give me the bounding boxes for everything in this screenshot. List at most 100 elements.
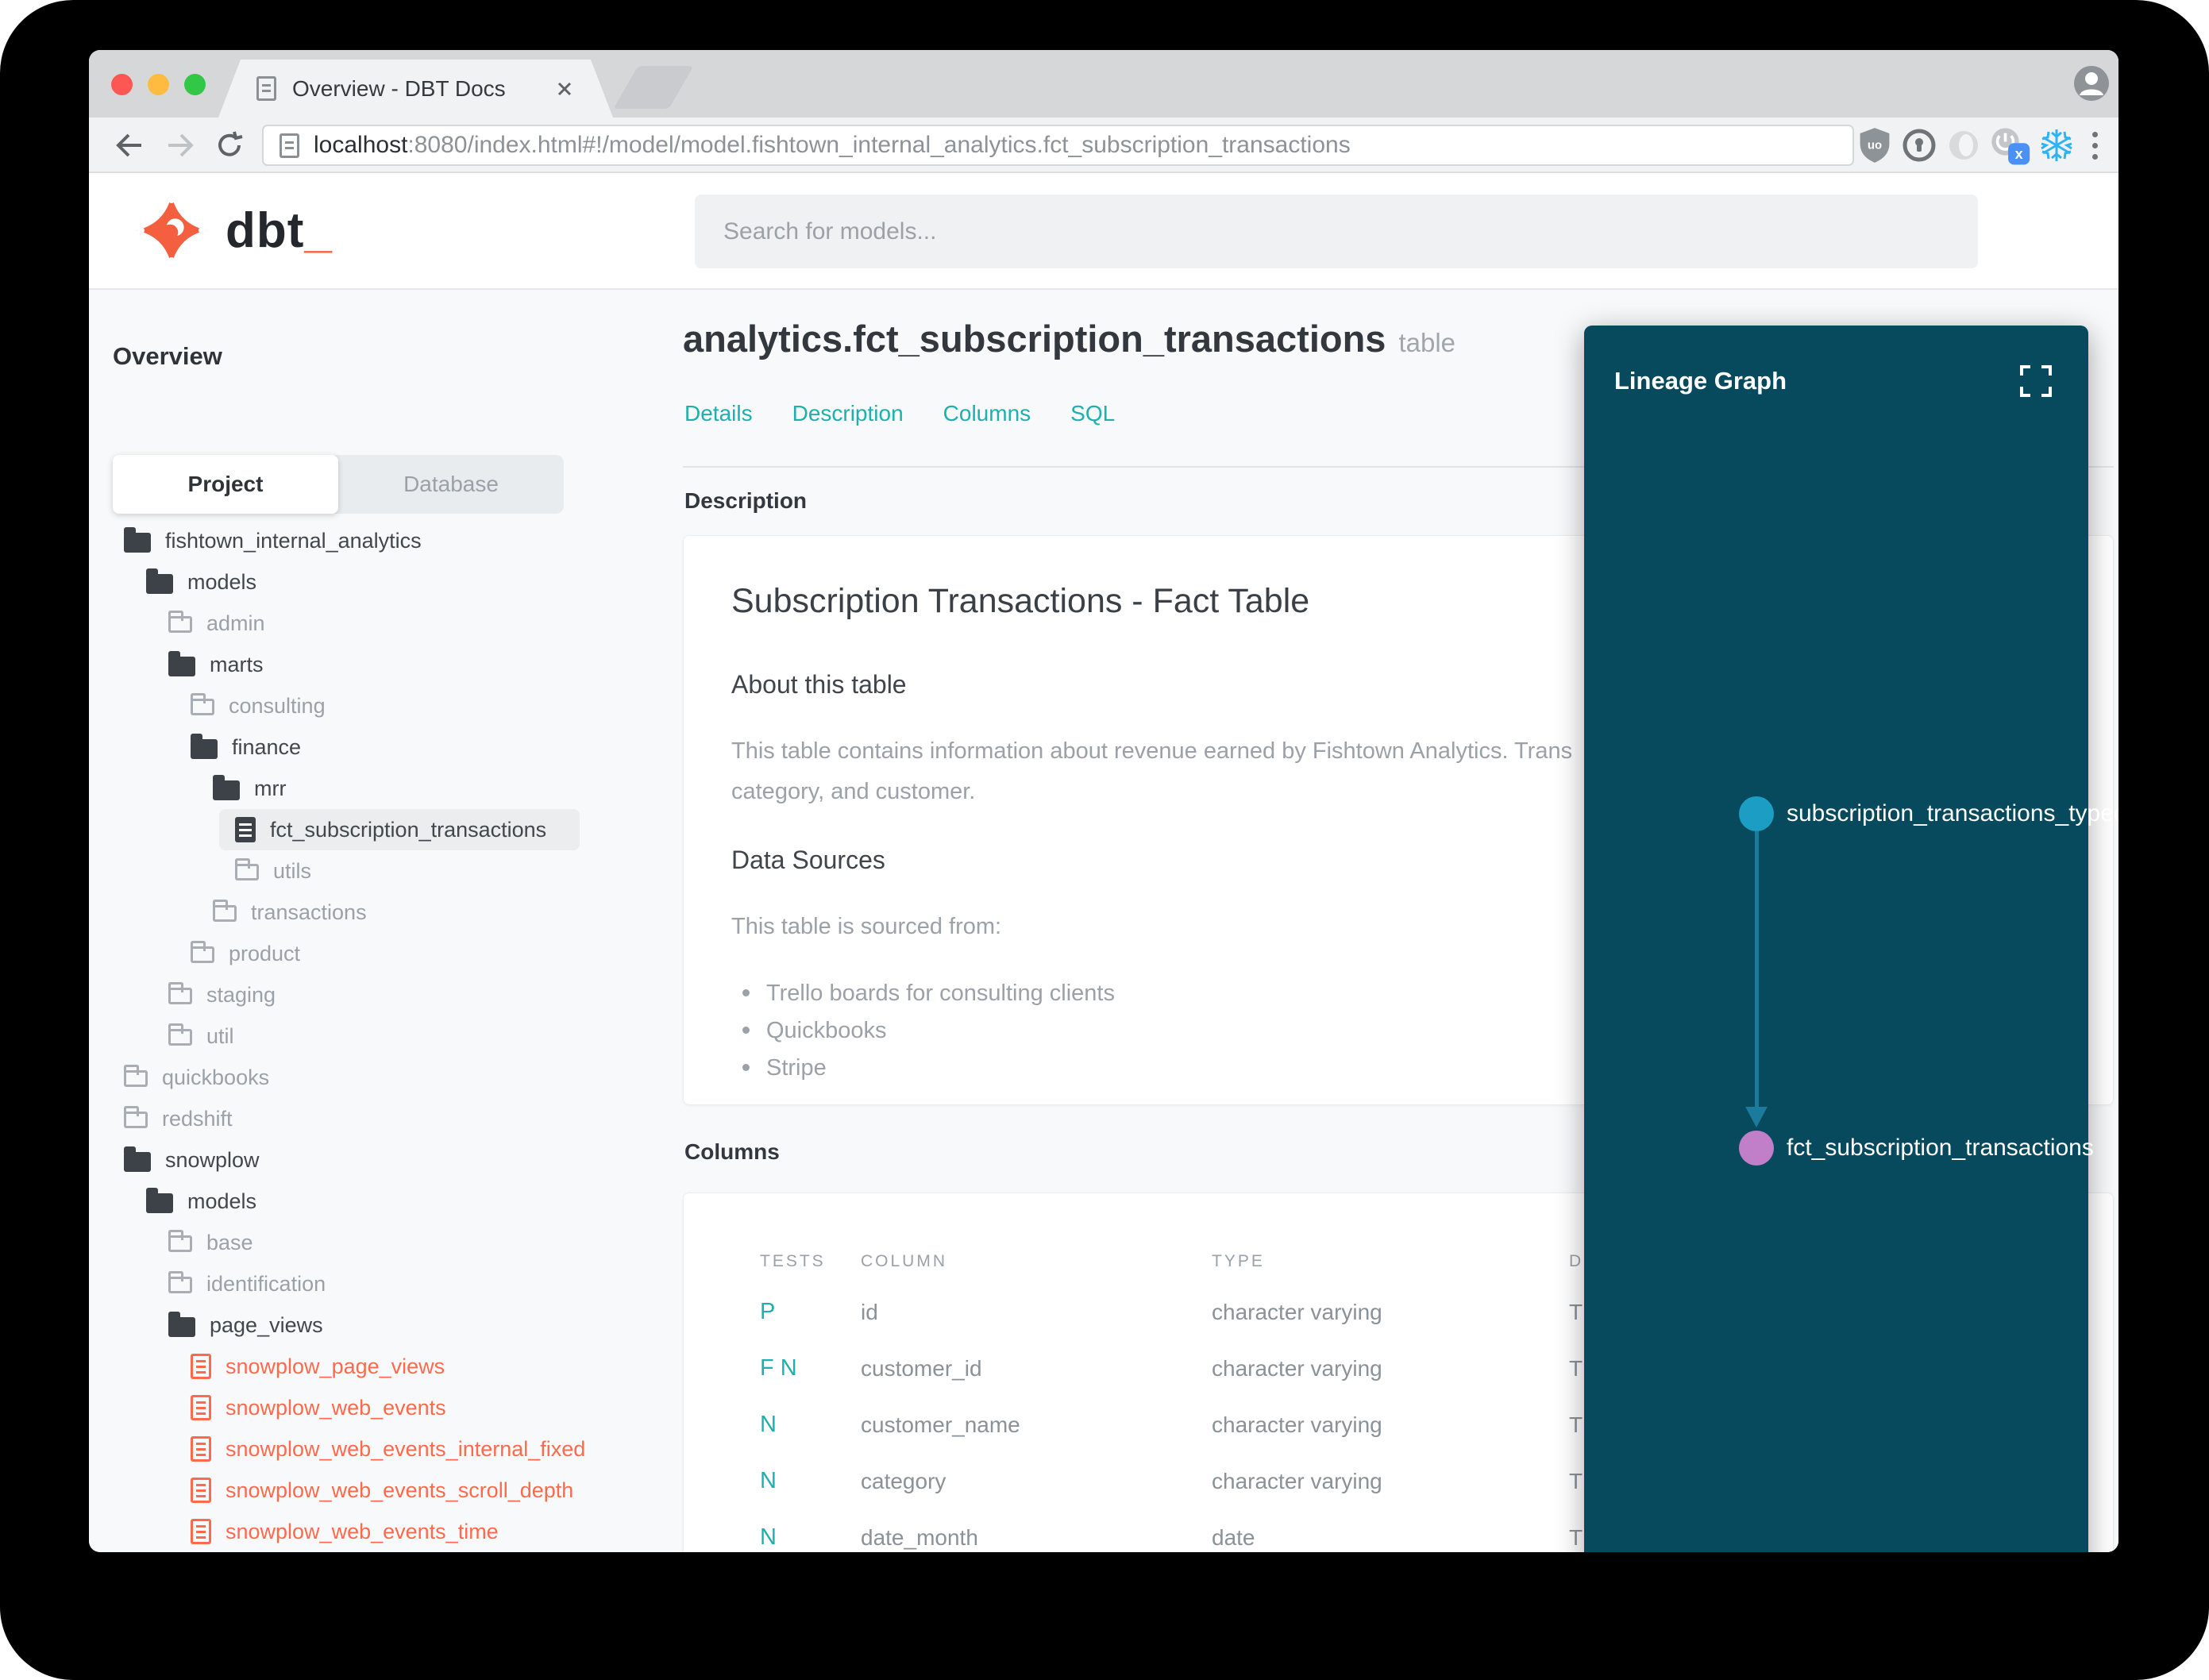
maximize-window-button[interactable] (184, 74, 206, 95)
tab-close-icon[interactable] (554, 79, 575, 99)
column-header-type: TYPE (1212, 1252, 1265, 1270)
cell-type: character varying (1212, 1299, 1382, 1324)
tree-item-snowplow-web-events-internal-fixed[interactable]: snowplow_web_events_internal_fixed (113, 1428, 585, 1470)
model-file-icon (191, 1395, 211, 1420)
url-bar[interactable]: localhost :8080/index.html#!/model/model… (262, 125, 1854, 166)
tree-item-snowplow-web-events-time[interactable]: snowplow_web_events_time (113, 1511, 580, 1552)
minimize-window-button[interactable] (148, 74, 169, 95)
tree-item-consulting[interactable]: consulting (113, 685, 580, 726)
cell-type: date (1212, 1524, 1255, 1550)
folder-open-icon (146, 568, 173, 594)
browser-profile-avatar[interactable] (2073, 65, 2110, 102)
cell-column: customer_name (861, 1412, 1020, 1437)
reload-icon[interactable] (211, 118, 248, 173)
folder-closed-icon (124, 1105, 148, 1128)
cell-column: date_month (861, 1524, 978, 1550)
tree-item-base[interactable]: base (113, 1222, 580, 1263)
tab-sql[interactable]: SQL (1070, 401, 1115, 426)
tree-item-fct-subscription-transactions[interactable]: fct_subscription_transactions (219, 809, 580, 850)
folder-closed-icon (168, 1270, 192, 1293)
folder-closed-icon (191, 940, 214, 963)
tree-item-marts[interactable]: marts (113, 644, 580, 685)
toggle-project[interactable]: Project (113, 455, 338, 514)
svg-text:x: x (2015, 146, 2023, 162)
lineage-edge-arrowhead (1745, 1107, 1768, 1127)
file-tree: fishtown_internal_analytics models admin… (113, 520, 585, 1552)
lineage-node-model[interactable]: fct_subscription_transactions (1739, 1131, 2094, 1166)
tree-item-snowplow-models[interactable]: models (113, 1181, 580, 1222)
ublock-extension-icon[interactable]: uo (1852, 118, 1897, 173)
tree-item-finance[interactable]: finance (113, 726, 580, 768)
source-node-label: subscription_transactions_typed (1787, 800, 2118, 827)
search-input[interactable] (695, 195, 1978, 268)
tree-item-snowplow-page-views[interactable]: snowplow_page_views (113, 1346, 580, 1387)
browser-toolbar: localhost :8080/index.html#!/model/model… (89, 118, 2118, 173)
cell-tests: N (760, 1412, 777, 1437)
back-icon[interactable] (111, 118, 148, 173)
project-database-toggle: Project Database (113, 455, 564, 514)
cell-column: category (861, 1468, 946, 1493)
toggle-database[interactable]: Database (338, 455, 564, 514)
tree-item-quickbooks[interactable]: quickbooks (113, 1057, 580, 1098)
tree-item-snowplow-web-events[interactable]: snowplow_web_events (113, 1387, 580, 1428)
fullscreen-icon[interactable] (2018, 364, 2053, 399)
tree-item-admin[interactable]: admin (113, 603, 580, 644)
page-favicon (256, 76, 276, 101)
browser-menu-icon[interactable] (2072, 118, 2117, 173)
folder-closed-icon (213, 899, 237, 922)
model-file-icon (235, 817, 256, 842)
dbt-logo-icon (136, 195, 207, 266)
folder-open-icon (168, 1311, 195, 1337)
folder-closed-icon (168, 1229, 192, 1252)
folder-open-icon (146, 1187, 173, 1213)
column-header-column: COLUMN (861, 1252, 948, 1270)
tree-item-util[interactable]: util (113, 1015, 580, 1057)
folder-open-icon (124, 526, 151, 553)
tree-item-staging[interactable]: staging (113, 974, 580, 1015)
tree-item-fishtown-internal-analytics[interactable]: fishtown_internal_analytics (113, 520, 580, 561)
tree-item-mrr[interactable]: mrr (113, 768, 580, 809)
tab-columns[interactable]: Columns (943, 401, 1031, 426)
close-window-button[interactable] (111, 74, 133, 95)
cell-column: customer_id (861, 1355, 982, 1381)
page-title-suffix: table (1398, 328, 1456, 357)
browser-window: Overview - DBT Docs localhost:8080/inde… (89, 50, 2118, 1552)
tree-item-snowplow-web-events-scroll-depth[interactable]: snowplow_web_events_scroll_depth (113, 1470, 580, 1511)
forward-icon[interactable] (162, 118, 199, 173)
folder-closed-icon (124, 1064, 148, 1087)
tree-item-product[interactable]: product (113, 933, 580, 974)
tree-item-identification[interactable]: identification (113, 1263, 580, 1304)
folder-closed-icon (235, 857, 259, 880)
cell-column: id (861, 1299, 878, 1324)
cell-tests: N (760, 1524, 777, 1550)
tree-item-transactions[interactable]: transactions (113, 892, 580, 933)
folder-open-icon (191, 733, 218, 759)
new-tab-button[interactable] (613, 66, 694, 109)
onepassword-extension-icon[interactable] (1897, 118, 1941, 173)
tree-item-models[interactable]: models (113, 561, 580, 603)
power-extension-icon[interactable]: x (1987, 118, 2031, 173)
model-node-dot (1739, 1131, 1774, 1166)
tree-item-redshift[interactable]: redshift (113, 1098, 580, 1139)
tab-details[interactable]: Details (684, 401, 753, 426)
tree-item-snowplow[interactable]: snowplow (113, 1139, 580, 1181)
lineage-node-source[interactable]: subscription_transactions_typed (1739, 796, 2118, 831)
cell-type: character varying (1212, 1468, 1382, 1493)
url-host: localhost (314, 132, 408, 158)
sidebar-title: Overview (113, 342, 222, 370)
source-node-dot (1739, 796, 1774, 831)
model-tabs: Details Description Columns SQL (684, 401, 1115, 426)
columns-section-label: Columns (684, 1139, 780, 1164)
browser-tab[interactable]: Overview - DBT Docs (218, 60, 613, 118)
tab-description[interactable]: Description (792, 401, 904, 426)
dbt-logo-text: dbt_ (226, 202, 333, 258)
folder-open-icon (213, 774, 240, 800)
browser-tab-strip: Overview - DBT Docs (89, 50, 2118, 118)
column-header-tests: TESTS (760, 1252, 826, 1270)
folder-closed-icon (168, 1023, 192, 1046)
dbt-logo[interactable]: dbt_ (135, 194, 333, 267)
url-path: :8080/index.html#!/model/model.fishtown_… (407, 132, 1351, 158)
opera-extension-icon[interactable] (1941, 118, 1986, 173)
tree-item-utils[interactable]: utils (113, 850, 580, 892)
tree-item-page-views[interactable]: page_views (113, 1304, 580, 1346)
